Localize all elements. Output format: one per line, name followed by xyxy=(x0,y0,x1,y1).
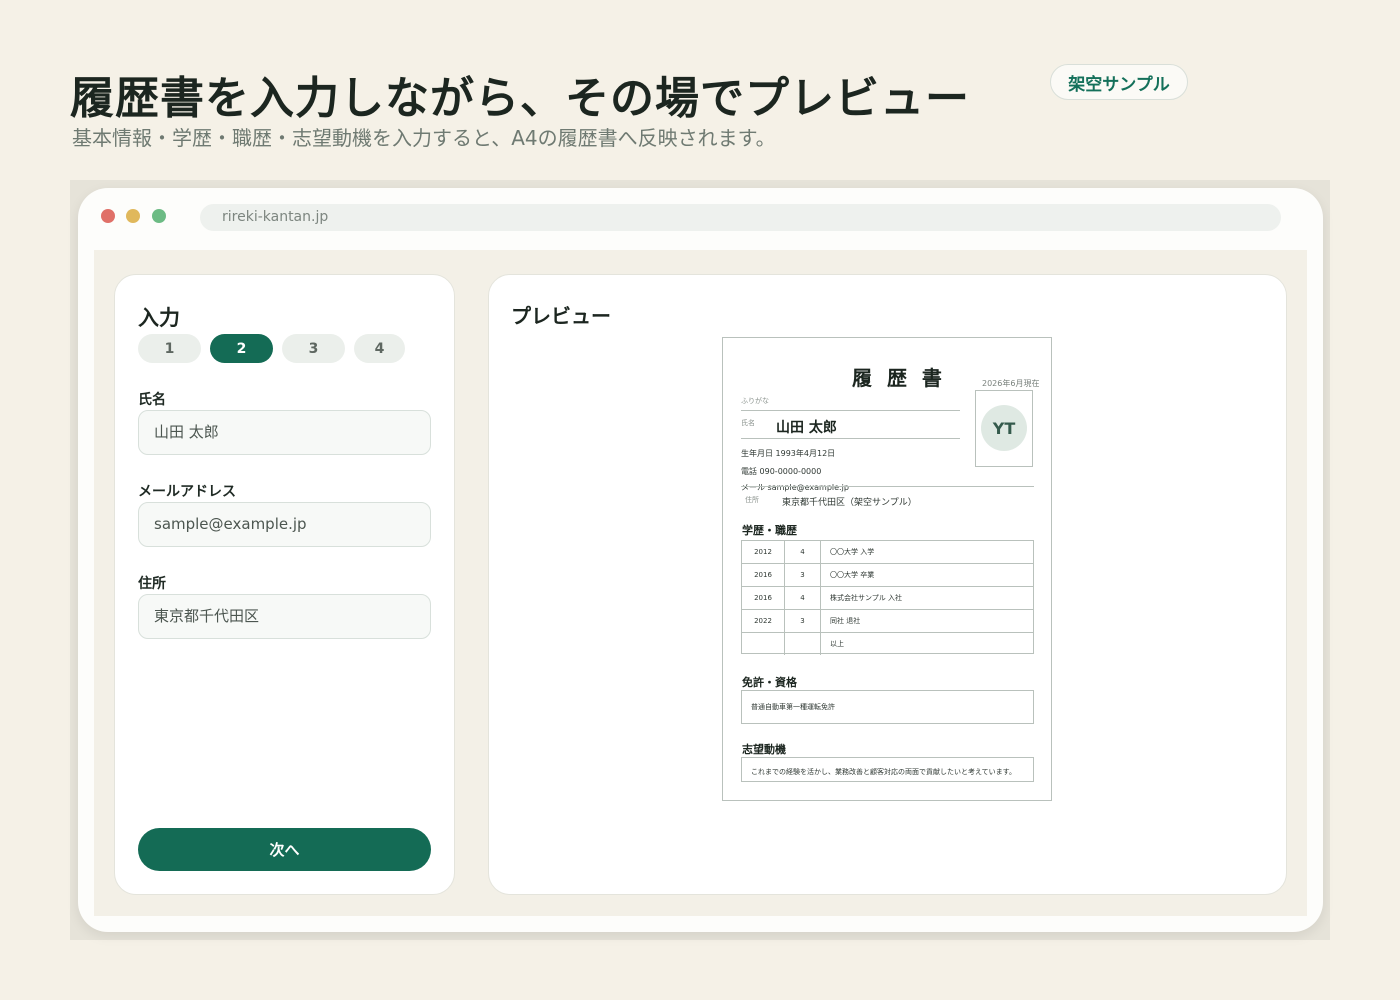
window-maximize-icon[interactable] xyxy=(152,209,166,223)
step-2-tab[interactable]: 2 xyxy=(210,334,273,363)
month-cell xyxy=(785,633,821,655)
description-cell: 以上 xyxy=(830,640,844,648)
resume-date: 2026年6月現在 xyxy=(982,379,1040,388)
table-row: 以上 xyxy=(742,633,1033,656)
step-3-tab[interactable]: 3 xyxy=(282,334,345,363)
table-row: 2012 4 〇〇大学 入学 xyxy=(742,541,1033,564)
description-cell: 〇〇大学 卒業 xyxy=(830,571,875,579)
description-cell: 同社 退社 xyxy=(830,617,861,625)
address-bar[interactable]: rireki-kantan.jp xyxy=(200,204,1281,231)
window-close-icon[interactable] xyxy=(101,209,115,223)
year-cell: 2012 xyxy=(742,541,785,563)
motivation-heading: 志望動機 xyxy=(742,743,786,756)
divider xyxy=(741,438,960,439)
preview-heading: プレビュー xyxy=(511,304,611,328)
furigana-label: ふりがな xyxy=(741,397,769,405)
page-title: 履歴書を入力しながら、その場でプレビュー xyxy=(70,73,970,124)
name-row-label: 氏名 xyxy=(741,419,755,427)
sample-badge: 架空サンプル xyxy=(1050,64,1188,100)
phone-number: 電話 090-0000-0000 xyxy=(741,467,822,476)
resume-name: 山田 太郎 xyxy=(776,420,837,436)
year-cell: 2016 xyxy=(742,587,785,609)
description-cell: 〇〇大学 入学 xyxy=(830,548,875,556)
email-label: メールアドレス xyxy=(138,484,236,500)
table-row: 2022 3 同社 退社 xyxy=(742,610,1033,633)
input-heading: 入力 xyxy=(138,306,180,330)
year-cell: 2022 xyxy=(742,610,785,632)
step-4-tab[interactable]: 4 xyxy=(354,334,405,363)
month-cell: 3 xyxy=(785,564,821,586)
email-field[interactable]: sample@example.jp xyxy=(138,502,431,547)
resume-title: 履 歴 書 xyxy=(852,366,946,390)
history-heading: 学歴・職歴 xyxy=(742,524,797,537)
month-cell: 4 xyxy=(785,587,821,609)
table-row: 2016 3 〇〇大学 卒業 xyxy=(742,564,1033,587)
year-cell: 2016 xyxy=(742,564,785,586)
address-row-label: 住所 xyxy=(745,496,759,504)
divider xyxy=(741,486,1034,487)
resume-address: 東京都千代田区（架空サンプル） xyxy=(782,498,917,508)
page-subtitle: 基本情報・学歴・職歴・志望動機を入力すると、A4の履歴書へ反映されます。 xyxy=(72,126,776,150)
license-heading: 免許・資格 xyxy=(742,676,797,689)
license-box: 普通自動車第一種運転免許 xyxy=(741,690,1034,724)
motivation-box: これまでの経験を活かし、業務改善と顧客対応の両面で貢献したいと考えています。 xyxy=(741,757,1034,782)
email-address: メール sample@example.jp xyxy=(741,483,849,492)
month-cell: 3 xyxy=(785,610,821,632)
birth-date: 生年月日 1993年4月12日 xyxy=(741,449,836,458)
address-field[interactable]: 東京都千代田区 xyxy=(138,594,431,639)
year-cell xyxy=(742,633,785,655)
step-1-tab[interactable]: 1 xyxy=(138,334,201,363)
month-cell: 4 xyxy=(785,541,821,563)
divider xyxy=(741,410,960,411)
name-field[interactable]: 山田 太郎 xyxy=(138,410,431,455)
next-button[interactable]: 次へ xyxy=(138,828,431,871)
table-row: 2016 4 株式会社サンプル 入社 xyxy=(742,587,1033,610)
avatar: YT xyxy=(981,405,1027,451)
address-label: 住所 xyxy=(138,576,166,592)
history-table: 2012 4 〇〇大学 入学 2016 3 〇〇大学 卒業 2016 4 株式会… xyxy=(741,540,1034,656)
name-label: 氏名 xyxy=(138,392,166,408)
window-minimize-icon[interactable] xyxy=(126,209,140,223)
description-cell: 株式会社サンプル 入社 xyxy=(830,594,903,602)
